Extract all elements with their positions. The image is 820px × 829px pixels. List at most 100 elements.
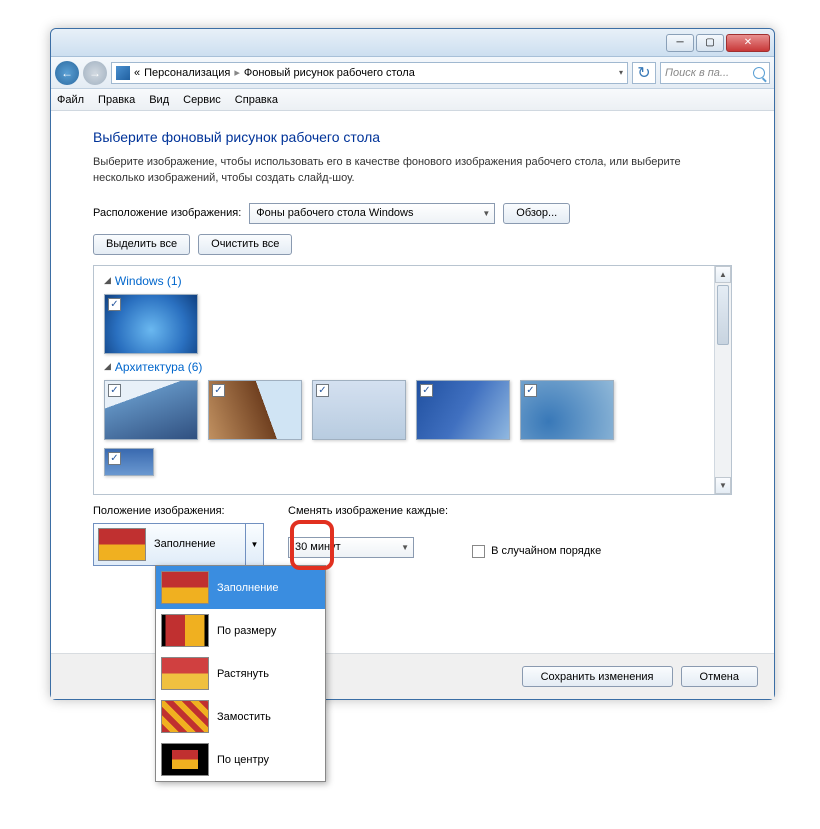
- scroll-track[interactable]: [715, 347, 731, 477]
- wallpaper-thumb[interactable]: ✓: [104, 294, 198, 354]
- wallpaper-thumb[interactable]: ✓: [312, 380, 406, 440]
- thumb-checkbox[interactable]: ✓: [212, 384, 225, 397]
- close-button[interactable]: ✕: [726, 34, 770, 52]
- cancel-button[interactable]: Отмена: [681, 666, 758, 687]
- stretch-icon: [161, 657, 209, 690]
- back-button[interactable]: ←: [55, 61, 79, 85]
- category-header[interactable]: ◢ Архитектура (6): [104, 360, 704, 374]
- scroll-down-button[interactable]: ▼: [715, 477, 731, 494]
- menubar: Файл Правка Вид Сервис Справка: [51, 89, 774, 111]
- dropdown-item-fit[interactable]: По размеру: [156, 609, 325, 652]
- expand-icon: ◢: [104, 275, 111, 286]
- select-all-button[interactable]: Выделить все: [93, 234, 190, 255]
- fill-icon: [161, 571, 209, 604]
- position-value: Заполнение: [154, 538, 216, 550]
- chevron-down-icon: ▼: [401, 543, 409, 552]
- change-col: Сменять изображение каждые: 30 минут ▼: [288, 505, 448, 566]
- refresh-button[interactable]: ↻: [632, 62, 656, 84]
- thumb-checkbox[interactable]: ✓: [108, 298, 121, 311]
- expand-icon: ◢: [104, 361, 111, 372]
- category-name: Архитектура (6): [115, 360, 203, 374]
- change-label: Сменять изображение каждые:: [288, 505, 448, 517]
- tile-icon: [161, 700, 209, 733]
- control-panel-icon: [116, 66, 130, 80]
- search-placeholder: Поиск в па...: [665, 67, 729, 79]
- thumbs: ✓: [104, 294, 704, 354]
- wallpaper-thumb[interactable]: ✓: [104, 448, 154, 476]
- wallpaper-thumb[interactable]: ✓: [208, 380, 302, 440]
- page-subtitle: Выберите изображение, чтобы использовать…: [93, 155, 732, 187]
- breadcrumb-sep-icon: ▸: [234, 66, 240, 79]
- chevron-down-icon: ▼: [482, 209, 490, 218]
- position-dropdown-list: Заполнение По размеру Растянуть Замостит…: [155, 565, 326, 782]
- random-label: В случайном порядке: [491, 545, 601, 557]
- thumb-checkbox[interactable]: ✓: [316, 384, 329, 397]
- position-col: Положение изображения: Заполнение ▼: [93, 505, 264, 566]
- menu-tools[interactable]: Сервис: [183, 94, 221, 106]
- search-icon: [753, 67, 765, 79]
- location-row: Расположение изображения: Фоны рабочего …: [93, 203, 732, 224]
- titlebar: ─ ▢ ✕: [51, 29, 774, 57]
- bottom-options: Положение изображения: Заполнение ▼ Смен…: [93, 505, 732, 566]
- dropdown-item-label: Заполнение: [217, 582, 279, 594]
- wallpaper-panel: ◢ Windows (1) ✓ ◢ Архитектура (6) ✓ ✓: [93, 265, 732, 495]
- category-windows: ◢ Windows (1) ✓: [104, 274, 704, 354]
- minimize-button[interactable]: ─: [666, 34, 694, 52]
- page-title: Выберите фоновый рисунок рабочего стола: [93, 129, 732, 145]
- category-header[interactable]: ◢ Windows (1): [104, 274, 704, 288]
- thumb-checkbox[interactable]: ✓: [108, 384, 121, 397]
- save-button[interactable]: Сохранить изменения: [522, 666, 673, 687]
- forward-button[interactable]: →: [83, 61, 107, 85]
- fit-icon: [161, 614, 209, 647]
- scroll-thumb[interactable]: [717, 285, 729, 345]
- search-box[interactable]: Поиск в па...: [660, 62, 770, 84]
- position-preview-icon: [98, 528, 146, 561]
- interval-combo[interactable]: 30 минут ▼: [288, 537, 414, 558]
- panel-body: ◢ Windows (1) ✓ ◢ Архитектура (6) ✓ ✓: [94, 266, 714, 494]
- clear-all-button[interactable]: Очистить все: [198, 234, 292, 255]
- navbar: ← → « Персонализация ▸ Фоновый рисунок р…: [51, 57, 774, 89]
- scroll-up-button[interactable]: ▲: [715, 266, 731, 283]
- select-row: Выделить все Очистить все: [93, 234, 732, 255]
- random-checkbox-row: В случайном порядке: [472, 537, 601, 566]
- wallpaper-thumb[interactable]: ✓: [416, 380, 510, 440]
- thumb-checkbox[interactable]: ✓: [420, 384, 433, 397]
- menu-edit[interactable]: Правка: [98, 94, 135, 106]
- interval-value: 30 минут: [295, 541, 341, 553]
- location-combo[interactable]: Фоны рабочего стола Windows ▼: [249, 203, 495, 224]
- dropdown-item-tile[interactable]: Замостить: [156, 695, 325, 738]
- location-value: Фоны рабочего стола Windows: [256, 207, 413, 219]
- thumb-checkbox[interactable]: ✓: [524, 384, 537, 397]
- menu-help[interactable]: Справка: [235, 94, 278, 106]
- dropdown-item-label: Замостить: [217, 711, 271, 723]
- dropdown-item-label: Растянуть: [217, 668, 269, 680]
- category-architecture: ◢ Архитектура (6) ✓ ✓ ✓ ✓ ✓ ✓: [104, 360, 704, 476]
- dropdown-item-label: По центру: [217, 754, 269, 766]
- content: Выберите фоновый рисунок рабочего стола …: [51, 111, 774, 566]
- thumbs: ✓ ✓ ✓ ✓ ✓: [104, 380, 704, 440]
- breadcrumb-prev[interactable]: Персонализация: [144, 67, 230, 79]
- dropdown-item-label: По размеру: [217, 625, 276, 637]
- category-name: Windows (1): [115, 274, 182, 288]
- chevron-down-icon: ▼: [245, 524, 263, 565]
- wallpaper-thumb[interactable]: ✓: [104, 380, 198, 440]
- scrollbar: ▲ ▼: [714, 266, 731, 494]
- menu-view[interactable]: Вид: [149, 94, 169, 106]
- thumbs: ✓: [104, 448, 704, 476]
- random-checkbox[interactable]: [472, 545, 485, 558]
- thumb-checkbox[interactable]: ✓: [108, 452, 121, 465]
- center-icon: [161, 743, 209, 776]
- maximize-button[interactable]: ▢: [696, 34, 724, 52]
- address-bar[interactable]: « Персонализация ▸ Фоновый рисунок рабоч…: [111, 62, 628, 84]
- breadcrumb-current[interactable]: Фоновый рисунок рабочего стола: [244, 67, 415, 79]
- wallpaper-thumb[interactable]: ✓: [520, 380, 614, 440]
- browse-button[interactable]: Обзор...: [503, 203, 570, 224]
- dropdown-item-center[interactable]: По центру: [156, 738, 325, 781]
- position-label: Положение изображения:: [93, 505, 264, 517]
- address-dropdown-icon[interactable]: ▾: [619, 68, 623, 77]
- location-label: Расположение изображения:: [93, 207, 241, 219]
- menu-file[interactable]: Файл: [57, 94, 84, 106]
- dropdown-item-stretch[interactable]: Растянуть: [156, 652, 325, 695]
- dropdown-item-fill[interactable]: Заполнение: [156, 566, 325, 609]
- position-dropdown[interactable]: Заполнение ▼: [93, 523, 264, 566]
